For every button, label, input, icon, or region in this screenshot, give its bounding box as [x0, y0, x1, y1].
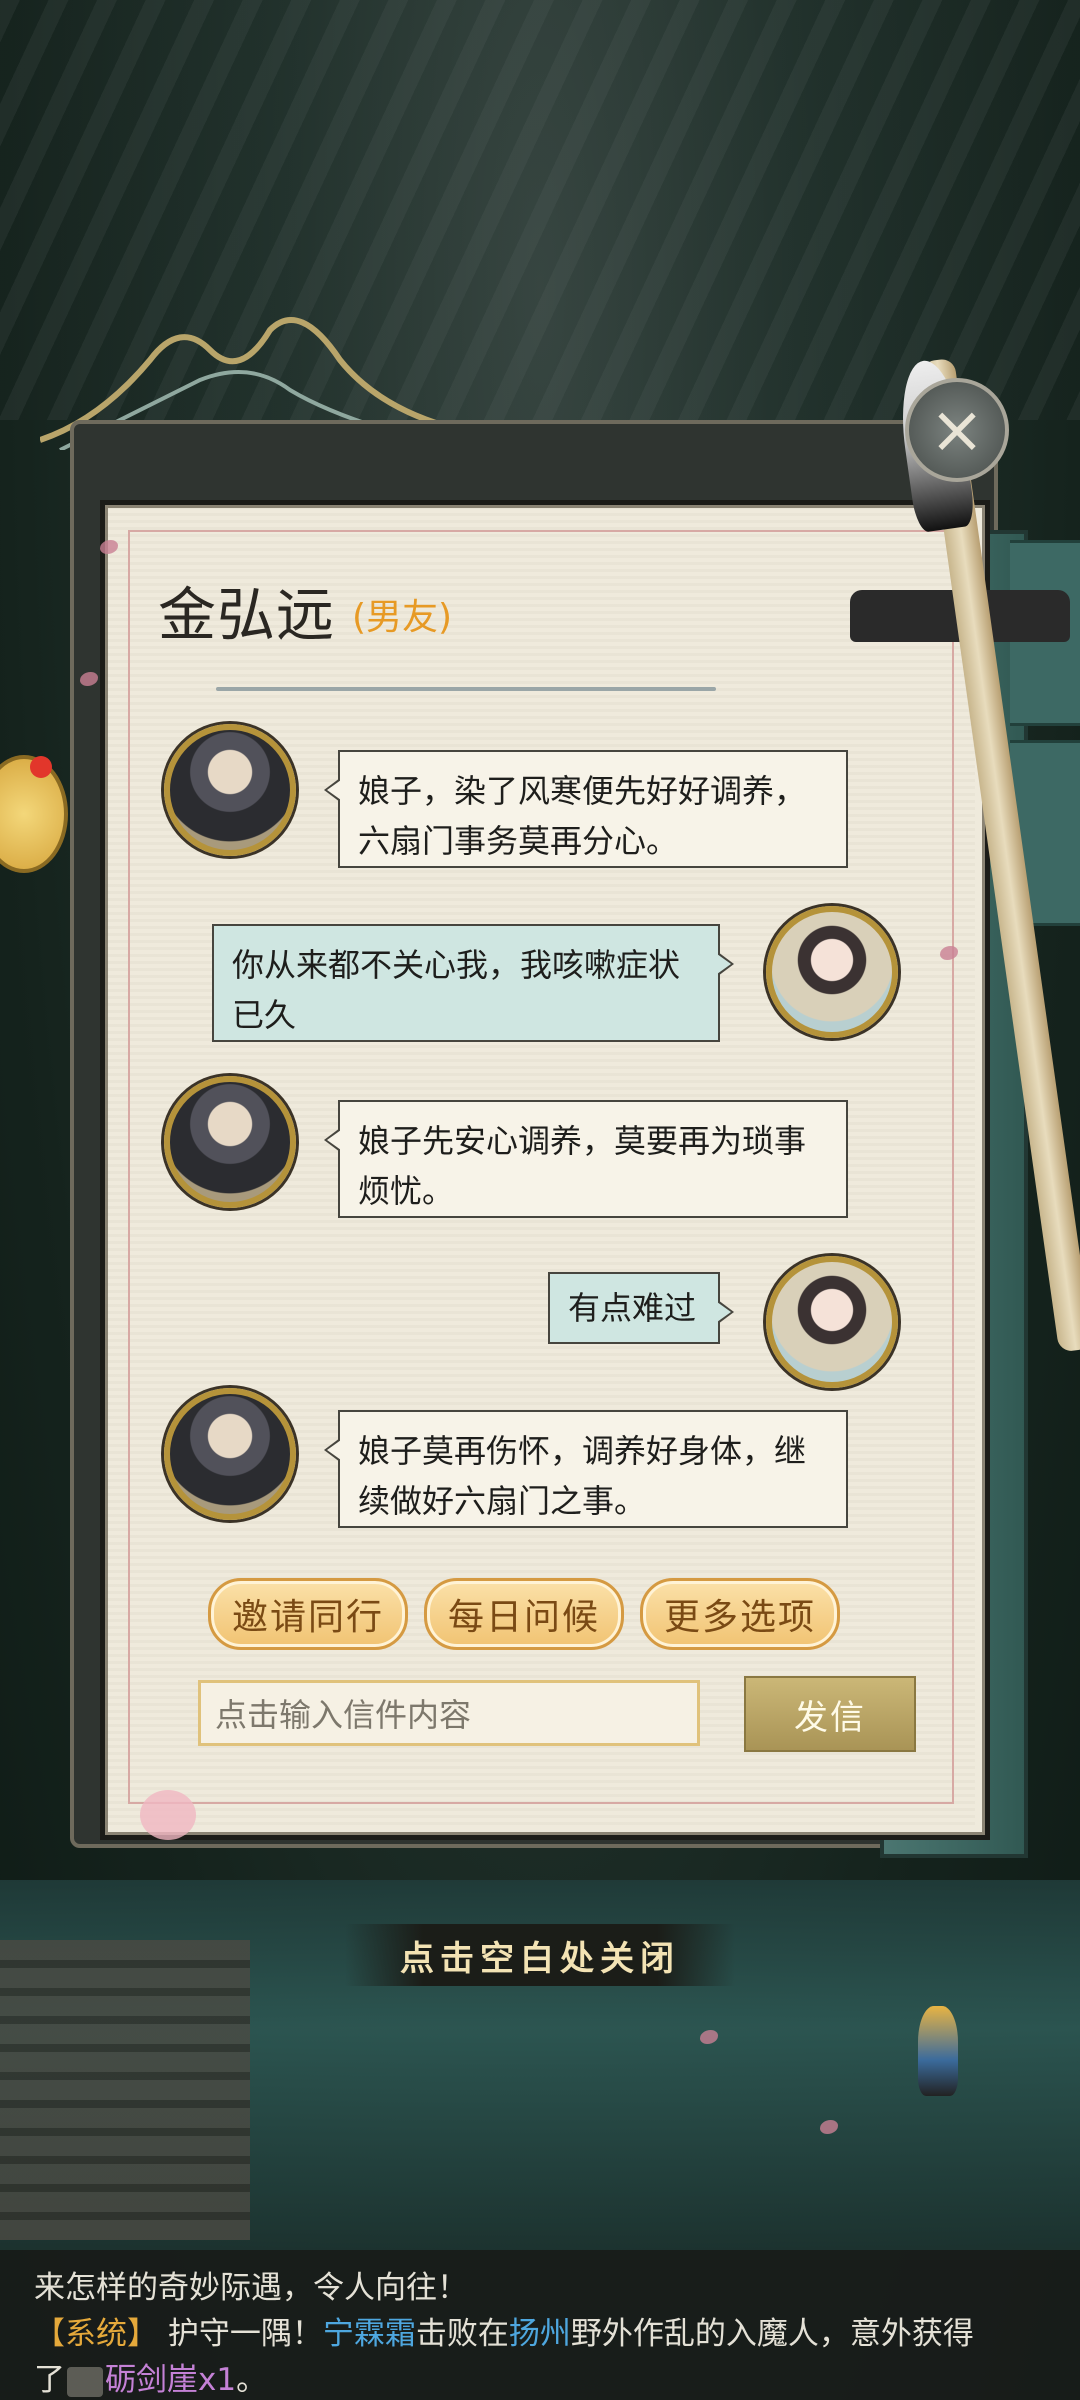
log-line-2: 【系统】 护守一隅！宁霖霜击败在扬州野外作乱的入魔人，意外获得 — [34, 2308, 974, 2353]
avatar-player[interactable] — [766, 1256, 898, 1388]
log-text: 。 — [236, 2362, 268, 2398]
blossom-decoration — [140, 1790, 196, 1840]
avatar-boyfriend[interactable] — [164, 724, 296, 856]
avatar-boyfriend[interactable] — [164, 1076, 296, 1208]
tap-blank-to-close-hint: 点击空白处关闭 — [345, 1924, 735, 1986]
message-line: 有点难过 — [568, 1289, 697, 1327]
log-text: 野外作乱的入魔人，意外获得 — [570, 2316, 974, 2352]
item-name-link[interactable]: 砺剑崖x1 — [105, 2362, 236, 2398]
wooden-pier — [0, 1940, 250, 2240]
place-name-link[interactable]: 扬州 — [509, 2316, 571, 2352]
title-divider — [216, 687, 716, 691]
sender-name: 金弘远 — [158, 581, 336, 649]
message-bubble: 你从来都不关心我，我咳嗽症状 已久 — [212, 924, 734, 1042]
relation-tag: (男友) — [352, 597, 453, 638]
message-line: 已久 — [232, 996, 297, 1034]
message-bubble: 娘子先安心调养，莫要再为琐事 烦忧。 — [324, 1100, 848, 1218]
player-name-link[interactable]: 宁霖霜 — [323, 2316, 416, 2352]
peacock-decoration — [918, 2006, 958, 2096]
message-line: 娘子先安心调养，莫要再为琐事 — [358, 1122, 807, 1160]
message-bubble: 娘子莫再伤怀，调养好身体，继 续做好六扇门之事。 — [324, 1410, 848, 1528]
notification-dot — [30, 756, 52, 778]
message-line: 烦忧。 — [358, 1172, 455, 1210]
close-icon[interactable]: × — [905, 378, 1009, 482]
message-line: 六扇门事务莫再分心。 — [358, 822, 679, 860]
log-text: 击败在 — [415, 2316, 509, 2352]
log-text: 护守一隅！ — [167, 2316, 323, 2352]
log-text: 了 — [34, 2362, 65, 2398]
message-line: 你从来都不关心我，我咳嗽症状 — [232, 946, 681, 984]
daily-greeting-button[interactable]: 每日问候 — [424, 1578, 624, 1650]
sword-item-icon — [67, 2366, 103, 2397]
send-letter-button[interactable]: 发信 — [744, 1676, 916, 1752]
avatar-player[interactable] — [766, 906, 898, 1038]
more-options-button[interactable]: 更多选项 — [640, 1578, 840, 1650]
system-log[interactable]: 来怎样的奇妙际遇，令人向往！ 【系统】 护守一隅！宁霖霜击败在扬州野外作乱的入魔… — [0, 2250, 1080, 2400]
message-line: 娘子莫再伤怀，调养好身体，继 — [358, 1432, 807, 1470]
letter-content-input[interactable]: 点击输入信件内容 — [198, 1680, 700, 1746]
system-tag: 【系统】 — [34, 2316, 158, 2352]
message-bubble: 娘子，染了风寒便先好好调养， 六扇门事务莫再分心。 — [324, 750, 848, 868]
log-line-3: 了 砺剑崖x1。 — [34, 2354, 267, 2399]
message-bubble: 有点难过 — [548, 1272, 734, 1344]
invite-companion-button[interactable]: 邀请同行 — [208, 1578, 408, 1650]
avatar-boyfriend[interactable] — [164, 1388, 296, 1520]
message-line: 续做好六扇门之事。 — [358, 1482, 647, 1520]
log-line-1: 来怎样的奇妙际遇，令人向往！ — [34, 2270, 468, 2306]
message-line: 娘子，染了风寒便先好好调养， — [358, 772, 807, 810]
